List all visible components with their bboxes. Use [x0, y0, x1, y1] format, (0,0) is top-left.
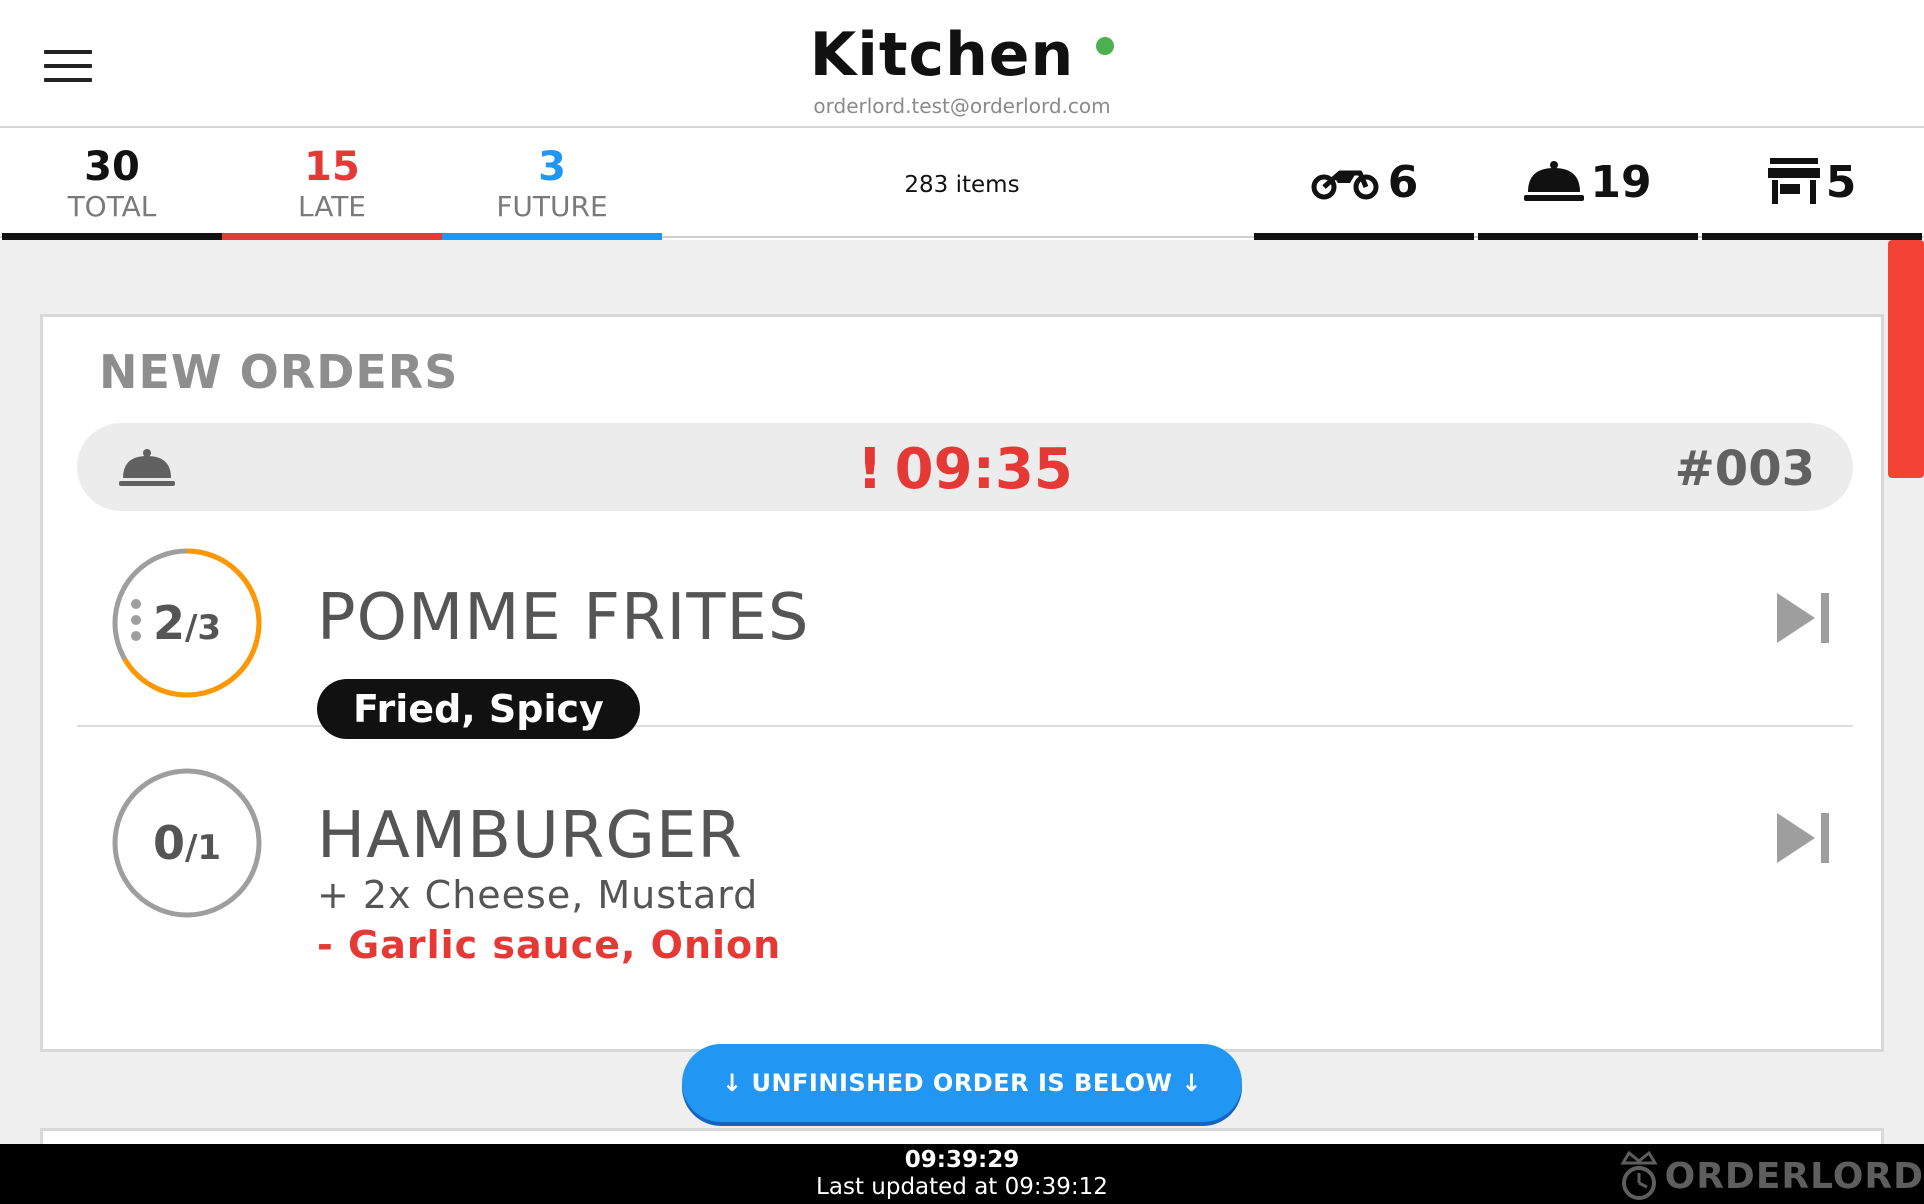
- item-done-count: 0: [152, 816, 185, 870]
- item-added-modifiers: + 2x Cheese, Mustard: [317, 873, 759, 917]
- store-icon: [1767, 158, 1820, 204]
- late-warning-icon: !: [857, 437, 883, 502]
- orders-area: NEW ORDERS ! 09:35 #003 2/3 POMME FRITES…: [0, 240, 1924, 1144]
- skip-next-icon[interactable]: [1775, 591, 1831, 645]
- account-email: orderlord.test@orderlord.com: [813, 94, 1111, 118]
- future-underline: [442, 233, 662, 240]
- motorbike-icon: [1311, 170, 1379, 200]
- order-item[interactable]: 2/3 POMME FRITES Fried, Spicy: [77, 537, 1853, 739]
- section-title: NEW ORDERS: [99, 345, 459, 399]
- order-item[interactable]: 0/1 HAMBURGER + 2x Cheese, Mustard - Gar…: [77, 727, 1853, 1007]
- item-progress-ring: 2/3: [111, 547, 263, 699]
- dine-in-count: 19: [1590, 157, 1652, 208]
- item-progress-ring: 0/1: [111, 767, 263, 919]
- filter-future[interactable]: 3 FUTURE: [442, 130, 662, 240]
- takeaway-count: 5: [1825, 157, 1857, 208]
- filter-delivery[interactable]: 6: [1254, 130, 1474, 240]
- delivery-count: 6: [1387, 157, 1419, 208]
- online-status-dot: [1096, 37, 1115, 56]
- page-title: Kitchen: [0, 20, 1924, 90]
- dine-in-underline: [1478, 233, 1698, 240]
- status-footer: 09:39:29 Last updated at 09:39:12 ORDERL…: [0, 1144, 1924, 1204]
- future-count: 3: [538, 144, 566, 190]
- stats-bar: 30 TOTAL 15 LATE 3 FUTURE 283 items 6 19…: [0, 130, 1924, 240]
- late-underline: [222, 233, 442, 240]
- brand-logo: ORDERLORD: [1617, 1150, 1924, 1202]
- order-header[interactable]: ! 09:35 #003: [77, 423, 1853, 511]
- order-number: #003: [1674, 441, 1815, 497]
- crown-stopwatch-icon: [1619, 1151, 1658, 1200]
- item-done-count: 2: [152, 596, 185, 650]
- items-count: 283 items: [904, 172, 1020, 198]
- scrollbar-thumb[interactable]: [1888, 240, 1924, 478]
- unfinished-order-below-button[interactable]: ↓ UNFINISHED ORDER IS BELOW ↓: [682, 1044, 1242, 1122]
- brand-text: ORDERLORD: [1664, 1155, 1924, 1197]
- total-label: TOTAL: [67, 190, 157, 223]
- item-removed-modifiers: - Garlic sauce, Onion: [317, 923, 782, 967]
- delivery-underline: [1254, 233, 1474, 240]
- filter-dine-in[interactable]: 19: [1478, 130, 1698, 240]
- page-title-text: Kitchen: [809, 20, 1075, 90]
- total-underline: [2, 233, 222, 240]
- item-total-count: /3: [184, 608, 222, 648]
- filter-total[interactable]: 30 TOTAL: [2, 130, 222, 240]
- item-name: POMME FRITES: [317, 581, 810, 655]
- order-time-value: 09:35: [894, 437, 1073, 502]
- filter-takeaway[interactable]: 5: [1702, 130, 1922, 240]
- app-header: Kitchen orderlord.test@orderlord.com: [0, 0, 1924, 128]
- new-orders-card: NEW ORDERS ! 09:35 #003 2/3 POMME FRITES…: [40, 314, 1884, 1052]
- filter-late[interactable]: 15 LATE: [222, 130, 442, 240]
- total-count: 30: [84, 144, 140, 190]
- skip-next-icon[interactable]: [1775, 811, 1831, 865]
- cloche-icon: [1524, 161, 1585, 201]
- takeaway-underline: [1702, 233, 1922, 240]
- late-count: 15: [304, 144, 360, 190]
- next-order-card: [40, 1128, 1884, 1144]
- item-name: HAMBURGER: [317, 799, 743, 873]
- future-label: FUTURE: [496, 190, 608, 223]
- item-total-count: /1: [184, 828, 222, 868]
- late-label: LATE: [297, 190, 367, 223]
- order-time: ! 09:35: [77, 437, 1853, 502]
